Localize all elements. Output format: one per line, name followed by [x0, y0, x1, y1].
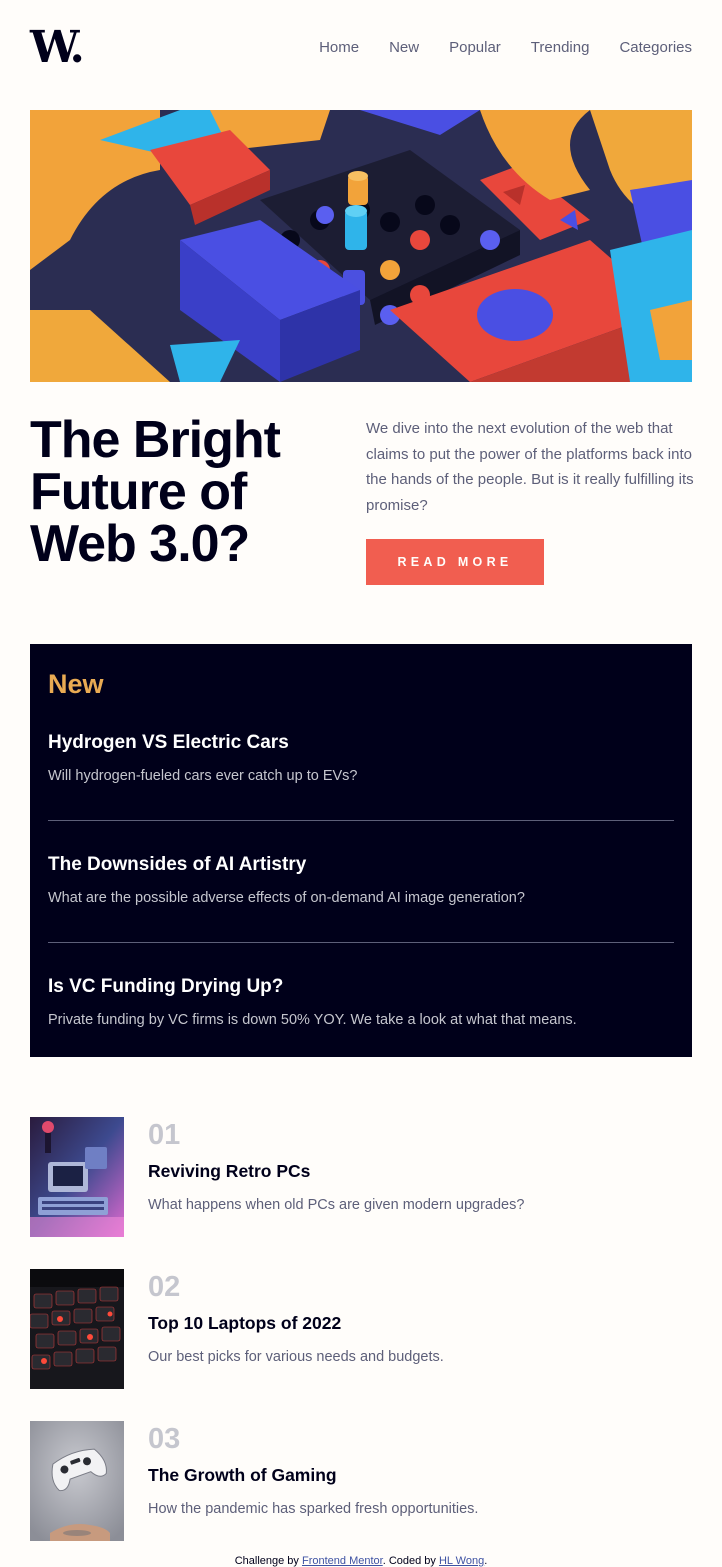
new-article-title[interactable]: Hydrogen VS Electric Cars	[48, 730, 674, 756]
new-article-text: What are the possible adverse effects of…	[48, 890, 525, 906]
new-panel-title: New	[48, 669, 104, 699]
new-article-item[interactable]: The Downsides of AI Artistry What are th…	[48, 852, 674, 909]
new-articles-panel: New Hydrogen VS Electric Cars Will hydro…	[30, 644, 692, 1057]
rank-number: 02	[148, 1271, 181, 1303]
attribution: Challenge by Frontend Mentor. Coded by H…	[0, 1554, 722, 1567]
game-controller-image[interactable]	[30, 1421, 124, 1541]
ranked-article-text: Our best picks for various needs and bud…	[148, 1349, 444, 1365]
new-article-text: Will hydrogen-fueled cars ever catch up …	[48, 768, 358, 784]
nav-home[interactable]: Home	[319, 38, 359, 58]
laptop-keyboard-image[interactable]	[30, 1269, 124, 1389]
main-nav: Home New Popular Trending Categories	[319, 38, 692, 58]
ranked-article-title[interactable]: The Growth of Gaming	[148, 1463, 337, 1487]
hero-image	[30, 110, 692, 382]
nav-new[interactable]: New	[389, 38, 419, 58]
author-link[interactable]: HL Wong	[439, 1555, 484, 1567]
ranked-article-text: How the pandemic has sparked fresh oppor…	[148, 1501, 479, 1517]
frontend-mentor-link[interactable]: Frontend Mentor	[302, 1555, 383, 1567]
new-article-text: Private funding by VC firms is down 50% …	[48, 1012, 577, 1028]
new-article-item[interactable]: Hydrogen VS Electric Cars Will hydrogen-…	[48, 730, 674, 787]
ranked-article-title[interactable]: Reviving Retro PCs	[148, 1159, 310, 1183]
hero-description: We dive into the next evolution of the w…	[366, 420, 694, 514]
ranked-article-title[interactable]: Top 10 Laptops of 2022	[148, 1311, 341, 1335]
new-article-title[interactable]: Is VC Funding Drying Up?	[48, 974, 674, 1000]
divider	[48, 942, 674, 943]
new-article-title[interactable]: The Downsides of AI Artistry	[48, 852, 674, 878]
ranked-article-text: What happens when old PCs are given mode…	[148, 1197, 525, 1213]
nav-popular[interactable]: Popular	[449, 38, 501, 58]
divider	[48, 820, 674, 821]
attribution-prefix: Challenge by	[234, 1555, 302, 1567]
nav-trending[interactable]: Trending	[531, 38, 590, 58]
retro-pc-image[interactable]	[30, 1117, 124, 1237]
nav-categories[interactable]: Categories	[619, 38, 692, 58]
rank-number: 03	[148, 1423, 181, 1455]
ranked-article-1: 01 Reviving Retro PCs What happens when …	[30, 1117, 692, 1237]
rank-number: 01	[148, 1119, 181, 1151]
hero-headline: The Bright Future of Web 3.0?	[30, 411, 281, 573]
site-logo[interactable]: W.	[30, 26, 85, 70]
hero-illustration	[30, 110, 692, 382]
new-article-item[interactable]: Is VC Funding Drying Up? Private funding…	[48, 974, 674, 1031]
attribution-suffix: .	[484, 1555, 488, 1567]
ranked-article-3: 03 The Growth of Gaming How the pandemic…	[30, 1421, 692, 1541]
read-more-button[interactable]: READ MORE	[366, 539, 544, 585]
ranked-article-2: 02 Top 10 Laptops of 2022 Our best picks…	[30, 1269, 692, 1389]
attribution-middle: . Coded by	[382, 1555, 439, 1567]
